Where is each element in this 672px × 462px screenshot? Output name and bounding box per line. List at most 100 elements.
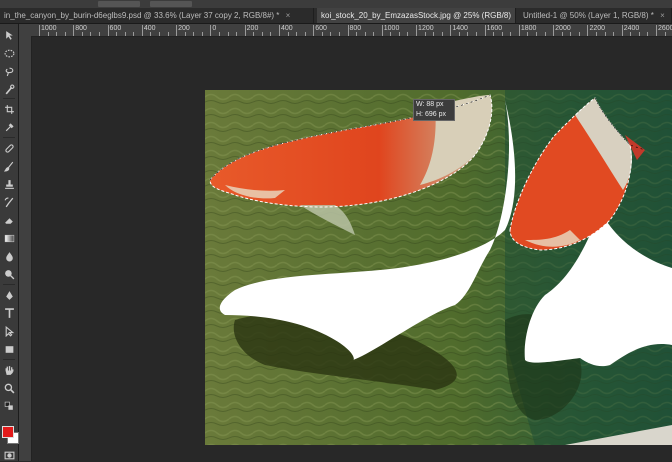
ruler-tick xyxy=(484,25,486,36)
ruler-minor-tick xyxy=(424,32,426,36)
tab-label: koi_stock_20_by_EmzazasStock.jpg @ 25% (… xyxy=(321,11,511,20)
close-icon[interactable]: × xyxy=(286,11,291,20)
crop-icon[interactable] xyxy=(2,102,16,116)
height-value: 696 px xyxy=(424,111,446,118)
ruler-tick xyxy=(39,25,40,36)
clone-stamp-icon[interactable] xyxy=(2,177,16,191)
ruler-label: 1000 xyxy=(383,25,400,32)
ruler-minor-tick xyxy=(150,32,152,36)
ruler-minor-tick xyxy=(64,32,66,36)
ruler-label: 400 xyxy=(280,25,293,32)
height-label: H: xyxy=(416,111,423,118)
options-control[interactable] xyxy=(98,1,140,7)
ruler-minor-tick xyxy=(98,32,100,36)
healing-icon[interactable] xyxy=(2,141,16,155)
ruler-tick xyxy=(278,25,280,36)
ruler-label: 1400 xyxy=(452,25,468,32)
zoom-icon[interactable] xyxy=(2,381,16,395)
ruler-minor-tick xyxy=(441,32,443,36)
shape-icon[interactable] xyxy=(2,342,16,356)
ruler-minor-tick xyxy=(304,32,306,36)
document-tab-bar: in_the_canyon_by_burin-d6eglbs9.psd @ 33… xyxy=(0,8,672,24)
ruler-label: 1000 xyxy=(41,25,57,32)
ruler-label: 2400 xyxy=(623,25,640,32)
path-select-icon[interactable] xyxy=(2,324,16,338)
blur-icon[interactable] xyxy=(2,249,16,263)
ruler-label: 400 xyxy=(143,25,156,32)
ruler-minor-tick xyxy=(167,32,169,36)
ruler-tick xyxy=(553,25,555,36)
ruler-minor-tick xyxy=(218,32,220,36)
tab-in-the-canyon[interactable]: in_the_canyon_by_burin-d6eglbs9.psd @ 33… xyxy=(0,8,314,23)
tab-label: Untitled-1 @ 50% (Layer 1, RGB/8) * xyxy=(523,11,654,20)
tab-label: in_the_canyon_by_burin-d6eglbs9.psd @ 33… xyxy=(4,11,280,20)
move-icon[interactable] xyxy=(2,28,16,42)
ruler-minor-tick xyxy=(647,32,649,36)
ruler-label: 800 xyxy=(75,25,87,32)
ruler-tick xyxy=(347,25,349,36)
close-icon[interactable]: × xyxy=(660,11,665,20)
options-control[interactable] xyxy=(150,1,192,7)
ruler-minor-tick xyxy=(116,32,118,36)
default-colors-icon[interactable] xyxy=(2,399,16,413)
ruler-label: 800 xyxy=(349,25,362,32)
ruler-minor-tick xyxy=(458,32,460,36)
ruler-minor-tick xyxy=(544,32,546,36)
ruler-tick xyxy=(381,25,383,36)
ruler-minor-tick xyxy=(90,32,92,36)
ruler-tick xyxy=(450,25,452,36)
ruler-minor-tick xyxy=(296,32,298,36)
ruler-minor-tick xyxy=(236,32,238,36)
selection-size-tooltip: W: 88 px H: 696 px xyxy=(413,99,455,121)
koi-photo[interactable] xyxy=(205,90,672,445)
tab-untitled-1[interactable]: Untitled-1 @ 50% (Layer 1, RGB/8) * × xyxy=(519,8,672,23)
pen-icon[interactable] xyxy=(2,288,16,302)
brush-icon[interactable] xyxy=(2,159,16,173)
history-brush-icon[interactable] xyxy=(2,195,16,209)
ruler-tick xyxy=(313,25,315,36)
ruler-minor-tick xyxy=(184,32,186,36)
ruler-label: 2000 xyxy=(555,25,571,32)
ruler-minor-tick xyxy=(356,32,358,36)
ruler-label: 600 xyxy=(315,25,327,32)
tab-koi-stock[interactable]: koi_stock_20_by_EmzazasStock.jpg @ 25% (… xyxy=(317,8,516,23)
ruler-minor-tick xyxy=(398,32,400,36)
ruler-tick xyxy=(244,25,246,36)
ruler-minor-tick xyxy=(227,32,229,36)
eraser-icon[interactable] xyxy=(2,213,16,227)
ruler-minor-tick xyxy=(321,32,323,36)
ruler-minor-tick xyxy=(47,32,49,36)
ruler-minor-tick xyxy=(133,32,135,36)
ruler-minor-tick xyxy=(390,32,392,36)
quick-select-icon[interactable] xyxy=(2,82,16,96)
gradient-icon[interactable] xyxy=(2,231,16,245)
ruler-minor-tick xyxy=(561,32,563,36)
ruler-tick xyxy=(656,25,657,36)
ruler-tick xyxy=(416,25,418,36)
ruler-label: 2200 xyxy=(589,25,606,32)
ruler-minor-tick xyxy=(364,32,366,36)
ruler-minor-tick xyxy=(373,32,375,36)
foreground-color-swatch[interactable] xyxy=(2,426,14,438)
ruler-minor-tick xyxy=(287,32,289,36)
eyedropper-icon[interactable] xyxy=(2,120,16,134)
marquee-icon[interactable] xyxy=(2,46,16,60)
horizontal-ruler[interactable]: 1000 800 600 400 200 0 200 400 600 800 1000 1200 140… xyxy=(31,24,672,37)
ruler-minor-tick xyxy=(124,32,126,36)
ruler-minor-tick xyxy=(433,32,435,36)
width-label: W: xyxy=(416,101,425,108)
options-bar xyxy=(0,0,672,8)
ruler-minor-tick xyxy=(613,32,615,36)
quick-mask-icon[interactable] xyxy=(2,448,16,462)
ruler-minor-tick xyxy=(501,32,503,36)
ruler-minor-tick xyxy=(467,32,469,36)
lasso-icon[interactable] xyxy=(2,64,16,78)
dodge-icon[interactable] xyxy=(2,267,16,281)
ruler-tick xyxy=(107,25,109,36)
ruler-minor-tick xyxy=(578,32,580,36)
vertical-ruler[interactable] xyxy=(19,24,32,461)
ruler-minor-tick xyxy=(193,32,195,36)
hand-icon[interactable] xyxy=(2,363,16,377)
type-icon[interactable] xyxy=(2,306,16,320)
ruler-minor-tick xyxy=(270,32,272,36)
